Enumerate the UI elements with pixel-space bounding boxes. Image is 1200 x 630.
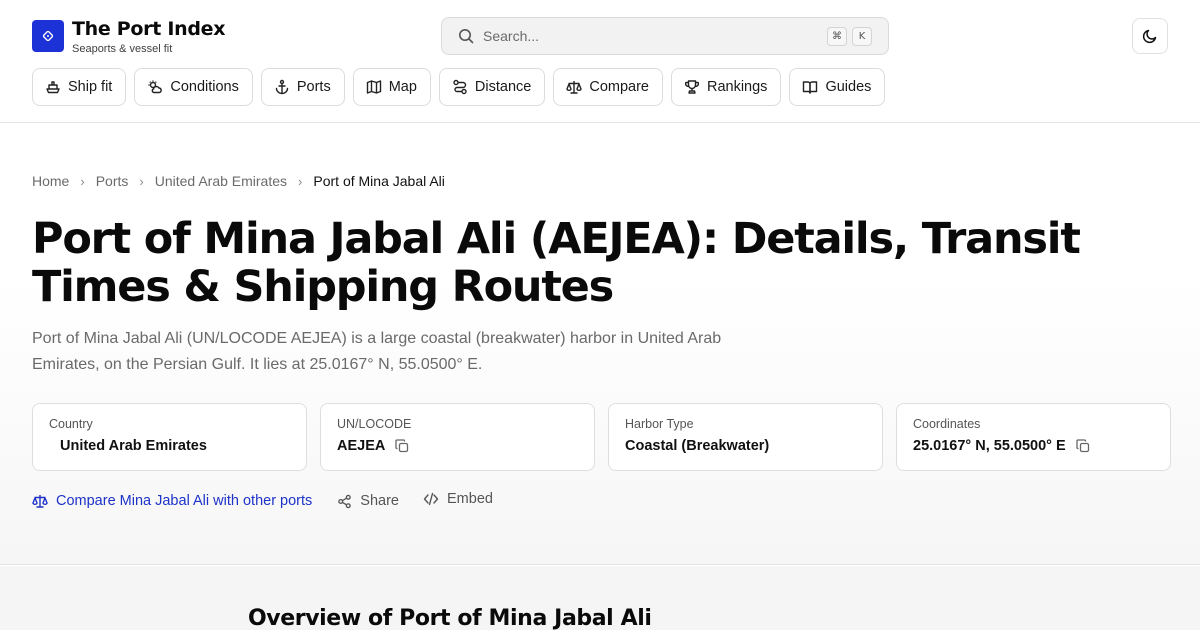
nav-distance[interactable]: Distance <box>438 68 546 106</box>
nav-conditions[interactable]: Conditions <box>134 68 253 106</box>
map-icon <box>366 80 381 94</box>
fact-value: Coastal (Breakwater) <box>625 438 866 454</box>
brand-title[interactable]: The Port Index <box>72 18 225 40</box>
nav-guides[interactable]: Guides <box>789 68 886 106</box>
search-placeholder: Search... <box>483 28 540 44</box>
compass-diamond-icon <box>43 31 53 41</box>
unlocode-value: AEJEA <box>337 438 386 454</box>
overview-heading: Overview of Port of Mina Jabal Ali <box>248 606 652 630</box>
nav-map-label: Map <box>388 79 417 95</box>
weather-icon <box>148 80 163 94</box>
fact-label: Harbor Type <box>625 417 694 431</box>
scale-icon <box>32 495 48 508</box>
fact-label: Coordinates <box>913 417 981 431</box>
nav-guides-label: Guides <box>825 79 872 95</box>
ship-icon <box>46 81 60 94</box>
breadcrumb-ports[interactable]: Ports <box>96 173 129 189</box>
nav-distance-label: Distance <box>474 79 532 95</box>
route-icon <box>453 79 467 95</box>
page-title: Port of Mina Jabal Ali (AEJEA): Details,… <box>32 214 1081 312</box>
fact-card-harbor-type: Harbor Type Coastal (Breakwater) <box>608 403 883 471</box>
fact-card-country: Country United Arab Emirates <box>32 403 307 471</box>
book-icon <box>803 81 818 94</box>
moon-icon <box>1142 29 1157 44</box>
fact-cards: Country United Arab Emirates UN/LOCODE A… <box>32 403 1171 471</box>
shortcut-key-k: K <box>852 27 872 46</box>
nav-rankings[interactable]: Rankings <box>670 68 782 106</box>
fact-value: AEJEA <box>337 438 578 454</box>
breadcrumb: Home › Ports › United Arab Emirates › Po… <box>32 173 445 189</box>
nav-compare-label: Compare <box>589 79 649 95</box>
share-icon <box>338 494 352 508</box>
embed-label: Embed <box>447 490 493 507</box>
nav-conditions-label: Conditions <box>170 79 239 95</box>
trophy-icon <box>684 80 700 94</box>
fact-card-coordinates: Coordinates 25.0167° N, 55.0500° E <box>896 403 1171 471</box>
theme-toggle-button[interactable] <box>1132 18 1168 54</box>
breadcrumb-country[interactable]: United Arab Emirates <box>155 173 287 189</box>
shortcut-key-cmd: ⌘ <box>827 27 847 46</box>
search-input[interactable]: Search... ⌘ K <box>441 17 889 55</box>
page-actions: Compare Mina Jabal Ali with other ports … <box>32 491 493 509</box>
nav-map[interactable]: Map <box>352 68 431 106</box>
page-lead: Port of Mina Jabal Ali (UN/LOCODE AEJEA)… <box>32 330 722 373</box>
nav-ship-fit[interactable]: Ship fit <box>32 68 127 106</box>
copy-icon[interactable] <box>395 439 409 453</box>
brand-subtitle: Seaports & vessel fit <box>72 43 173 55</box>
share-label: Share <box>360 493 399 509</box>
chevron-right-icon: › <box>298 173 303 189</box>
compare-port-link[interactable]: Compare Mina Jabal Ali with other ports <box>32 493 312 509</box>
chevron-right-icon: › <box>139 173 144 189</box>
search-icon <box>459 29 474 44</box>
fact-card-unlocode: UN/LOCODE AEJEA <box>320 403 595 471</box>
nav-ports-label: Ports <box>296 79 331 95</box>
share-button[interactable]: Share <box>337 493 399 509</box>
fact-label: UN/LOCODE <box>337 417 412 431</box>
compare-port-label: Compare Mina Jabal Ali with other ports <box>56 493 313 509</box>
coordinates-value: 25.0167° N, 55.0500° E <box>913 438 1066 454</box>
fact-value: United Arab Emirates <box>49 438 290 454</box>
embed-button[interactable]: Embed <box>423 491 493 507</box>
scale-icon <box>566 81 583 94</box>
port-hero: Home › Ports › United Arab Emirates › Po… <box>0 123 1200 565</box>
site-header: The Port Index Seaports & vessel fit Sea… <box>0 0 1200 123</box>
nav-compare[interactable]: Compare <box>553 68 663 106</box>
main-nav: Ship fit Conditions Ports Map Distance C… <box>32 68 886 106</box>
nav-rankings-label: Rankings <box>706 79 768 95</box>
breadcrumb-home[interactable]: Home <box>32 173 69 189</box>
logo[interactable] <box>32 20 64 52</box>
chevron-right-icon: › <box>80 173 85 189</box>
breadcrumb-current: Port of Mina Jabal Ali <box>313 173 445 189</box>
anchor-icon <box>275 79 289 95</box>
copy-icon[interactable] <box>1076 439 1090 453</box>
harbor-type-value: Coastal (Breakwater) <box>625 438 770 454</box>
nav-ship-fit-label: Ship fit <box>68 79 113 95</box>
fact-label: Country <box>49 417 93 431</box>
nav-ports[interactable]: Ports <box>260 68 345 106</box>
code-icon <box>423 492 439 505</box>
fact-value: 25.0167° N, 55.0500° E <box>913 438 1154 454</box>
country-value: United Arab Emirates <box>60 438 207 454</box>
